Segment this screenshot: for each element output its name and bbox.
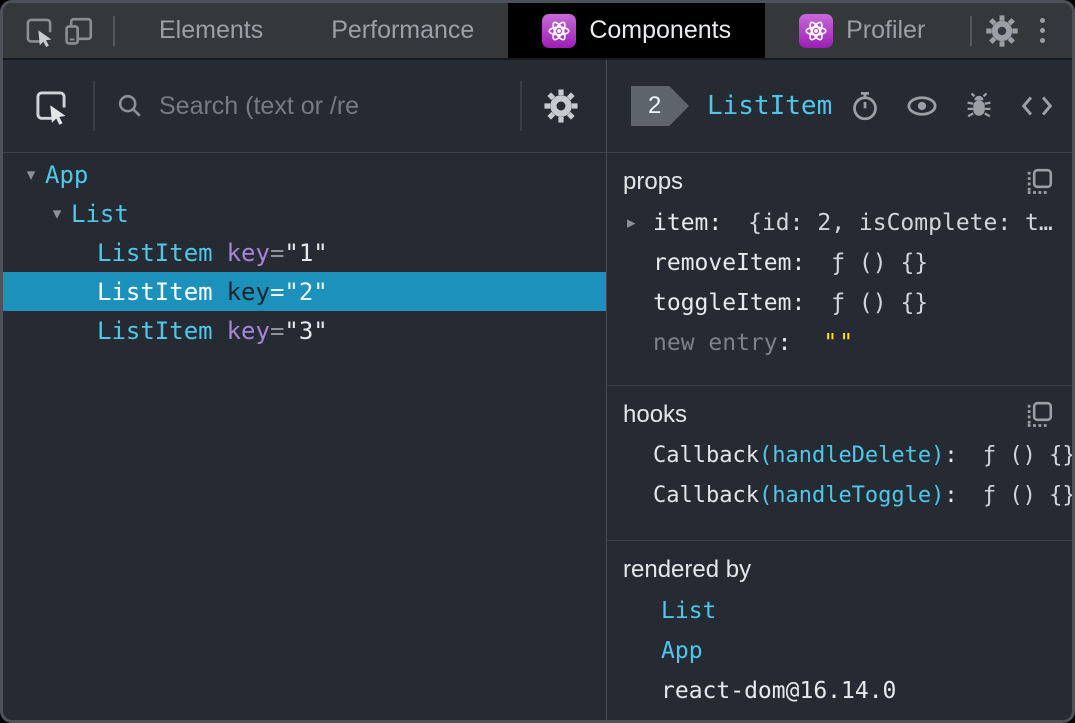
rendered-by-app[interactable]: App bbox=[623, 631, 1056, 671]
hook-type: Callback bbox=[653, 483, 759, 508]
component-name: List bbox=[71, 199, 129, 228]
react-logo-icon bbox=[542, 13, 577, 48]
equals-sign: = bbox=[269, 238, 285, 267]
colon: : bbox=[791, 290, 806, 316]
key-attribute-name: key bbox=[226, 238, 270, 267]
hooks-section: hooks Callback(handleDelete): ƒ () {} Ca… bbox=[607, 386, 1072, 541]
rendered-by-title: rendered by bbox=[623, 556, 752, 583]
more-options-icon[interactable] bbox=[1022, 11, 1062, 51]
tree-panel-header bbox=[3, 60, 606, 153]
owner-link[interactable]: List bbox=[661, 598, 716, 624]
new-entry-name[interactable]: new entry bbox=[653, 330, 778, 356]
tab-label: Profiler bbox=[846, 16, 926, 44]
tree-row-listitem-1[interactable]: ListItem key = "1" bbox=[3, 233, 606, 272]
tab-label: Performance bbox=[331, 16, 475, 44]
select-element-icon[interactable] bbox=[31, 86, 71, 126]
renderer-version: react-dom@16.14.0 bbox=[661, 678, 897, 704]
equals-sign: = bbox=[269, 316, 285, 345]
component-name: ListItem bbox=[97, 238, 213, 267]
tab-label: Elements bbox=[159, 16, 264, 44]
tab-components[interactable]: Components bbox=[508, 3, 766, 58]
device-toolbar-icon[interactable] bbox=[59, 11, 99, 51]
copy-props-icon[interactable] bbox=[1024, 167, 1054, 197]
tabbar-divider bbox=[970, 15, 972, 46]
components-tree-panel: ▾ App ▾ List ListItem key="1" ListItem k… bbox=[3, 60, 607, 720]
inspect-dom-eye-icon[interactable] bbox=[906, 90, 938, 122]
component-name: ListItem bbox=[97, 316, 213, 345]
rendered-by-section: rendered by List App react-dom@16.14.0 bbox=[607, 541, 1072, 720]
header-divider bbox=[93, 81, 95, 131]
caret-down-icon[interactable]: ▾ bbox=[17, 165, 45, 185]
prop-name: removeItem bbox=[653, 250, 792, 276]
inspect-element-icon[interactable] bbox=[19, 11, 59, 51]
equals-sign: = bbox=[269, 277, 285, 306]
tab-label: Components bbox=[589, 16, 732, 44]
header-divider bbox=[520, 81, 522, 131]
prop-row-new-entry[interactable]: new entry: "" bbox=[623, 323, 1056, 363]
key-attribute-name: key bbox=[226, 316, 270, 345]
suspend-stopwatch-icon[interactable] bbox=[849, 90, 881, 122]
hook-type: Callback bbox=[653, 443, 759, 468]
details-toolbar bbox=[849, 90, 1054, 122]
key-attribute-value: "2" bbox=[284, 277, 328, 306]
tree-row-app[interactable]: ▾ App bbox=[3, 155, 606, 194]
rendered-by-list[interactable]: List bbox=[623, 591, 1056, 631]
hook-fn-name: (handleDelete) bbox=[758, 443, 945, 468]
caret-down-icon[interactable]: ▾ bbox=[43, 204, 71, 224]
devtools-tabbar: Elements Performance Components Profiler bbox=[3, 3, 1072, 60]
search-icon bbox=[115, 91, 145, 121]
component-tree: ▾ App ▾ List ListItem key = "1" ListItem k… bbox=[3, 153, 606, 720]
main-area: ▾ App ▾ List ListItem key="1" ListItem k… bbox=[3, 60, 1072, 720]
tree-row-list[interactable]: ▾ List bbox=[3, 194, 606, 233]
prop-name: item bbox=[653, 210, 709, 236]
hook-row-handledelete[interactable]: Callback(handleDelete): ƒ () {} bbox=[623, 436, 1072, 476]
tabbar-divider bbox=[113, 15, 115, 46]
tree-row-listitem-2-selected[interactable]: ListItem key = "2" bbox=[3, 272, 606, 311]
caret-right-icon[interactable]: ▸ bbox=[627, 203, 636, 243]
hooks-section-title: hooks bbox=[623, 401, 688, 428]
colon: : bbox=[777, 330, 792, 356]
log-to-console-bug-icon[interactable] bbox=[963, 90, 995, 122]
view-settings-gear-icon[interactable] bbox=[542, 87, 580, 125]
prop-value: {id: 2, isComplete: t… bbox=[748, 210, 1053, 236]
tab-elements[interactable]: Elements bbox=[125, 3, 297, 58]
view-source-code-icon[interactable] bbox=[1020, 90, 1054, 122]
prop-row-removeitem[interactable]: removeItem: ƒ () {} bbox=[623, 243, 1056, 283]
new-entry-value[interactable]: "" bbox=[823, 330, 855, 356]
tab-performance[interactable]: Performance bbox=[297, 3, 508, 58]
props-section: props ▸ item: {id: 2, isComplete: t… rem… bbox=[607, 153, 1072, 386]
hook-value: ƒ () {} bbox=[982, 443, 1072, 468]
owners-stack-badge[interactable]: 2 bbox=[631, 86, 689, 126]
hook-row-handletoggle[interactable]: Callback(handleToggle): ƒ () {} bbox=[623, 476, 1072, 516]
prop-name: toggleItem bbox=[653, 290, 792, 316]
hook-value: ƒ () {} bbox=[982, 483, 1072, 508]
details-panel-header: 2 ListItem bbox=[607, 60, 1072, 153]
search-input[interactable] bbox=[159, 91, 512, 121]
copy-hooks-icon[interactable] bbox=[1024, 400, 1054, 430]
settings-gear-icon[interactable] bbox=[982, 11, 1022, 51]
key-attribute-name: key bbox=[226, 277, 270, 306]
prop-value: ƒ () {} bbox=[831, 290, 929, 316]
prop-value: ƒ () {} bbox=[831, 250, 929, 276]
component-details-panel: 2 ListItem props ▸ item: {id: 2, isCompl… bbox=[607, 60, 1072, 720]
rendered-by-react-dom: react-dom@16.14.0 bbox=[623, 671, 1056, 711]
react-logo-icon bbox=[799, 13, 834, 48]
prop-row-toggleitem[interactable]: toggleItem: ƒ () {} bbox=[623, 283, 1056, 323]
component-name: App bbox=[45, 160, 89, 189]
prop-row-item[interactable]: ▸ item: {id: 2, isComplete: t… bbox=[623, 203, 1056, 243]
colon: : bbox=[944, 443, 958, 468]
devtools-window: Elements Performance Components Profiler… bbox=[0, 0, 1075, 723]
tree-row-listitem-3[interactable]: ListItem key = "3" bbox=[3, 311, 606, 350]
colon: : bbox=[944, 483, 958, 508]
key-attribute-value: "3" bbox=[284, 316, 328, 345]
colon: : bbox=[791, 250, 806, 276]
key-attribute-value: "1" bbox=[284, 238, 328, 267]
owner-link[interactable]: App bbox=[661, 638, 703, 664]
selected-component-name: ListItem bbox=[707, 91, 833, 121]
component-name: ListItem bbox=[97, 277, 213, 306]
tab-profiler[interactable]: Profiler bbox=[765, 3, 959, 58]
props-section-title: props bbox=[623, 168, 684, 195]
colon: : bbox=[708, 210, 723, 236]
hook-fn-name: (handleToggle) bbox=[758, 483, 945, 508]
